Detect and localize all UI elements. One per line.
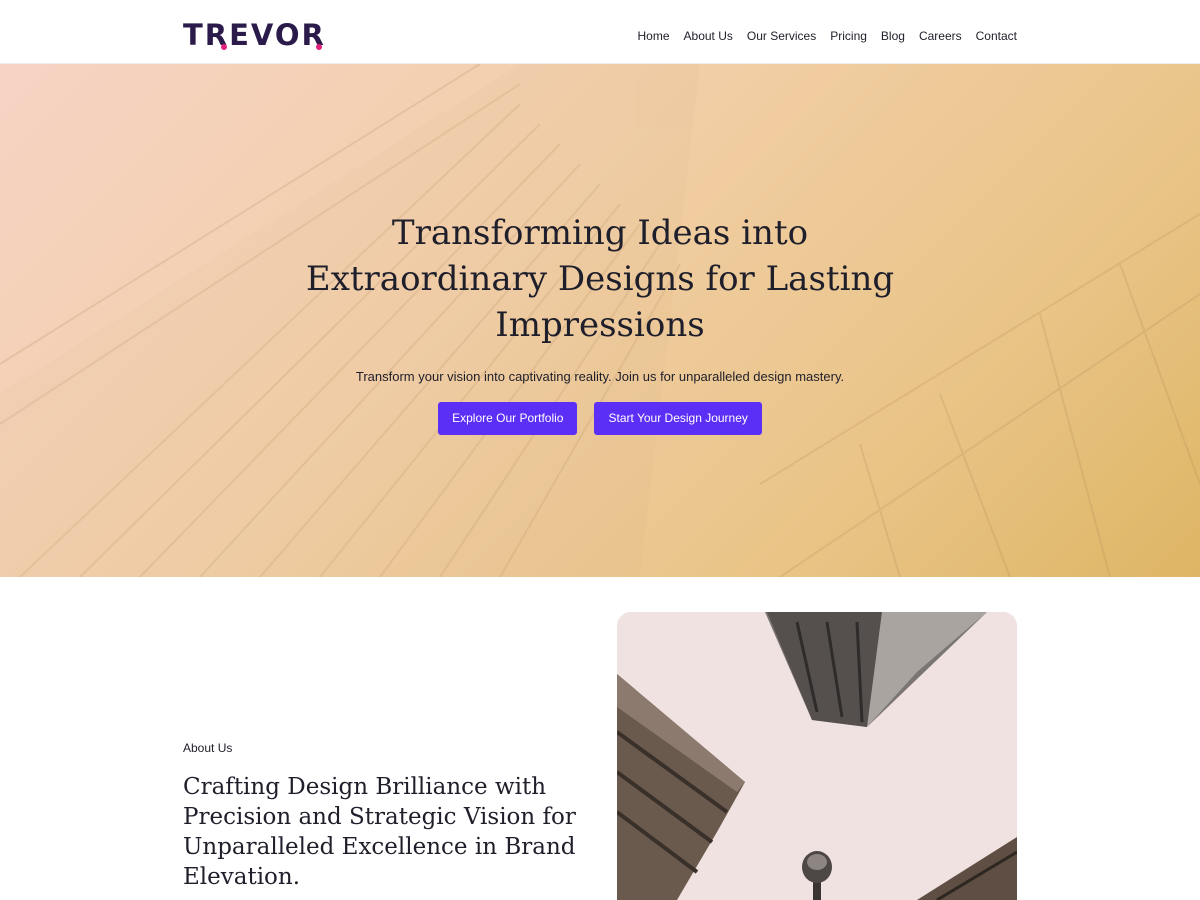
logo-dot-icon <box>221 44 227 50</box>
main-nav: Home About Us Our Services Pricing Blog … <box>638 28 1018 44</box>
explore-portfolio-button[interactable]: Explore Our Portfolio <box>438 402 578 435</box>
nav-item-our-services[interactable]: Our Services <box>747 28 816 44</box>
nav-item-home[interactable]: Home <box>638 28 670 44</box>
buildings-photo <box>617 612 1017 900</box>
nav-item-contact[interactable]: Contact <box>976 28 1017 44</box>
logo-dot-icon <box>316 44 322 50</box>
nav-item-careers[interactable]: Careers <box>919 28 962 44</box>
nav-item-about-us[interactable]: About Us <box>684 28 733 44</box>
hero-content: Transforming Ideas into Extraordinary De… <box>300 210 900 435</box>
about-title: Crafting Design Brilliance with Precisio… <box>183 774 576 890</box>
site-header: TREVOR Home About Us Our Services Pricin… <box>0 0 1200 64</box>
nav-item-pricing[interactable]: Pricing <box>830 28 867 44</box>
start-design-journey-button[interactable]: Start Your Design Journey <box>594 402 762 435</box>
nav-item-blog[interactable]: Blog <box>881 28 905 44</box>
logo[interactable]: TREVOR <box>183 20 326 50</box>
hero-subtitle: Transform your vision into captivating r… <box>355 369 845 384</box>
logo-text: TREVOR <box>183 18 326 52</box>
about-section-label: About Us <box>183 741 233 755</box>
about-image <box>617 612 1017 900</box>
hero-buttons: Explore Our Portfolio Start Your Design … <box>300 402 900 435</box>
hero-title: Transforming Ideas into Extraordinary De… <box>305 213 895 345</box>
hero-section: Transforming Ideas into Extraordinary De… <box>0 64 1200 577</box>
